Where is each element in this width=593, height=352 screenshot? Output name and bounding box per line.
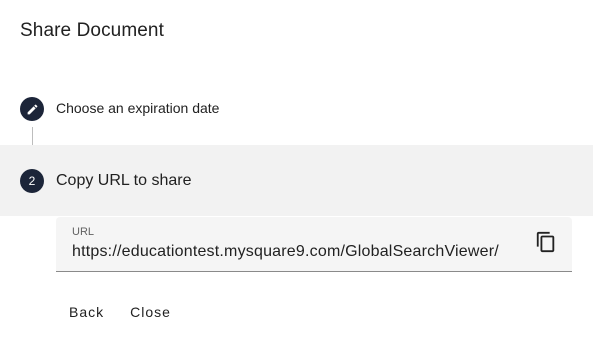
pencil-icon bbox=[20, 97, 44, 121]
copy-url-button[interactable] bbox=[532, 229, 560, 257]
dialog-actions: Back Close bbox=[56, 296, 184, 328]
url-field[interactable]: URL bbox=[56, 217, 572, 272]
step-choose-expiration[interactable]: Choose an expiration date bbox=[0, 96, 593, 122]
step-number: 2 bbox=[28, 174, 36, 188]
url-field-label: URL bbox=[72, 226, 95, 238]
share-document-dialog: Share Document Choose an expiration date… bbox=[0, 0, 593, 352]
copy-icon bbox=[535, 231, 557, 256]
step-number-badge: 2 bbox=[20, 169, 44, 193]
step-label: Copy URL to share bbox=[56, 172, 192, 189]
step-label: Choose an expiration date bbox=[56, 100, 220, 116]
back-button[interactable]: Back bbox=[56, 296, 117, 328]
step-copy-url[interactable]: 2 Copy URL to share bbox=[0, 145, 593, 216]
close-button[interactable]: Close bbox=[117, 296, 184, 328]
url-input[interactable] bbox=[72, 243, 520, 261]
dialog-title: Share Document bbox=[20, 20, 164, 41]
